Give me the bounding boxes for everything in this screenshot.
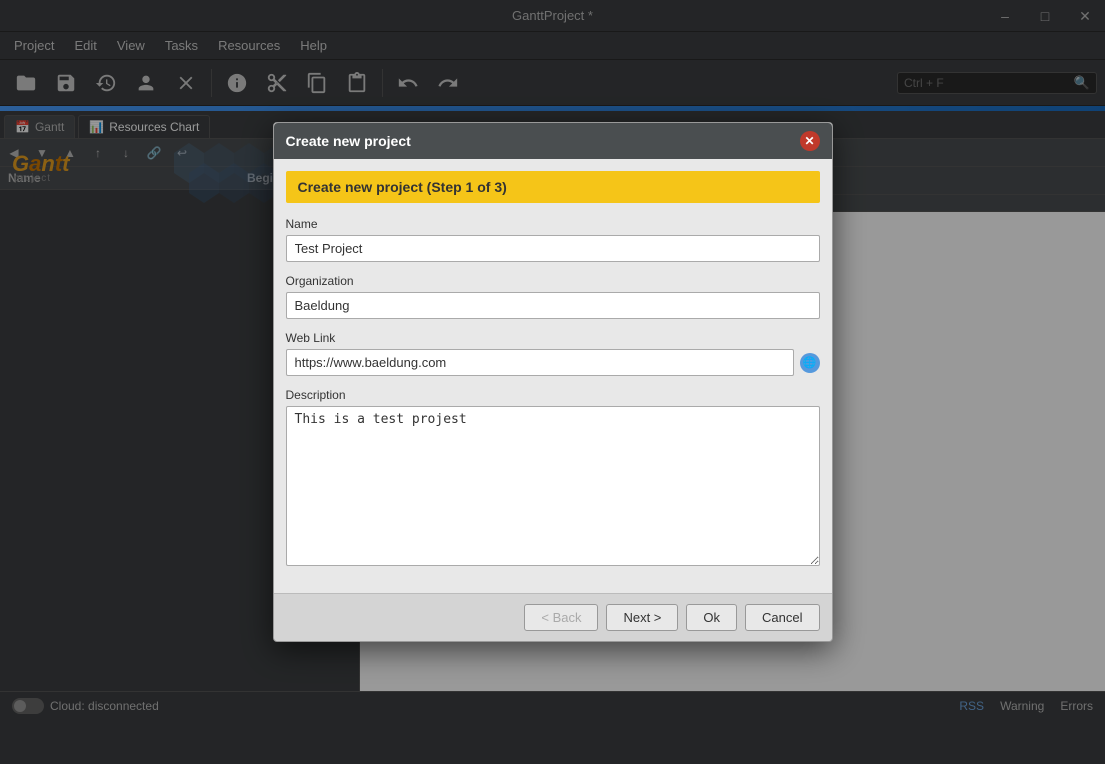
modal-overlay: Create new project ✕ Create new project …: [0, 0, 1105, 764]
name-form-group: Name: [286, 217, 820, 262]
cancel-button[interactable]: Cancel: [745, 604, 819, 631]
description-label: Description: [286, 388, 820, 402]
modal-close-button[interactable]: ✕: [800, 131, 820, 151]
modal-body: Create new project (Step 1 of 3) Name Or…: [274, 159, 832, 593]
web-link-label: Web Link: [286, 331, 820, 345]
description-textarea[interactable]: This is a test projest: [286, 406, 820, 566]
organization-label: Organization: [286, 274, 820, 288]
web-link-row: 🌐: [286, 349, 820, 376]
modal-title-bar: Create new project ✕: [274, 123, 832, 159]
ok-button[interactable]: Ok: [686, 604, 737, 631]
back-button[interactable]: < Back: [524, 604, 598, 631]
modal-step-title: Create new project (Step 1 of 3): [298, 179, 507, 195]
modal-title: Create new project: [286, 133, 411, 149]
globe-icon[interactable]: 🌐: [800, 353, 820, 373]
web-link-form-group: Web Link 🌐: [286, 331, 820, 376]
modal-step-header: Create new project (Step 1 of 3): [286, 171, 820, 203]
name-input[interactable]: [286, 235, 820, 262]
description-form-group: Description This is a test projest: [286, 388, 820, 569]
create-project-dialog: Create new project ✕ Create new project …: [273, 122, 833, 642]
web-link-input[interactable]: [286, 349, 794, 376]
modal-footer: < Back Next > Ok Cancel: [274, 593, 832, 641]
name-label: Name: [286, 217, 820, 231]
organization-input[interactable]: [286, 292, 820, 319]
next-button[interactable]: Next >: [606, 604, 678, 631]
organization-form-group: Organization: [286, 274, 820, 319]
